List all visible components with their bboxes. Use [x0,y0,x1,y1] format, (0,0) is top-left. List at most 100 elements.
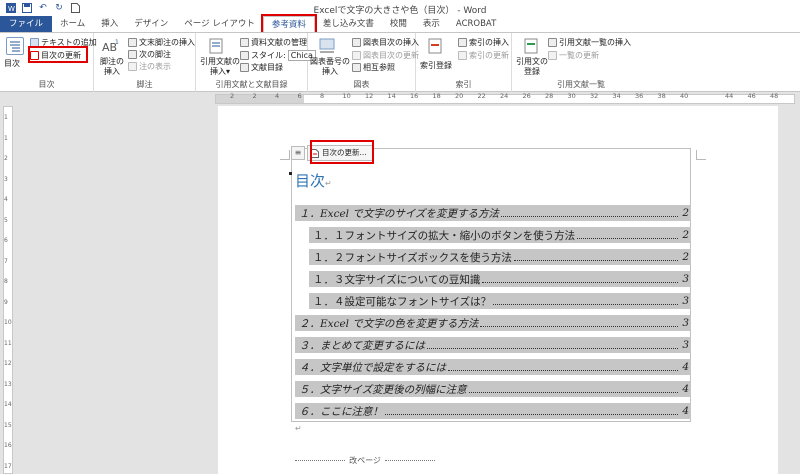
mark-entry-icon [426,37,444,55]
insert-caption-icon [318,37,336,55]
index-group: 索引登録 索引の挿入 索引の更新 索引 [416,33,512,92]
insert-citation-button[interactable]: 引用文献の 挿入▾ [200,57,240,77]
insert-endnote-button[interactable]: 文末脚注の挿入 [128,37,195,48]
style-selector[interactable]: スタイル: Chica [240,50,316,61]
ruler-number: 16 [410,92,419,100]
index-group-label: 索引 [455,80,472,89]
tab-mailings[interactable]: 差し込み文書 [315,16,382,32]
vertical-ruler-number: 14 [4,401,12,408]
vertical-ruler-number: 11 [4,339,12,347]
update-toc-highlight [28,46,88,63]
ruler-number: 14 [387,92,396,100]
insert-footnote-button[interactable]: 脚注の 挿入 [100,57,124,77]
insert-index-button[interactable]: 索引の挿入 [458,37,509,48]
leader-dots [493,303,679,305]
ruler-number: 22 [477,92,486,100]
ruler-number: 12 [365,92,374,100]
endnote-icon [128,38,137,47]
vertical-ruler-number: 6 [4,237,8,244]
tab-view[interactable]: 表示 [415,16,448,32]
toc-entry[interactable]: ２．Excel で文字の色を変更する方法 3 [295,312,691,334]
toc-heading: 目次↵ [295,172,332,190]
toc-entry[interactable]: １．１フォントサイズの拡大・縮小のボタンを使う方法 2 [295,224,691,246]
leader-dots [482,281,679,283]
paragraph-mark: ↵ [295,424,302,433]
toc-entry[interactable]: １．４設定可能なフォントサイズは？ 3 [295,290,691,312]
mark-citation-icon [522,37,540,55]
ruler-number: 20 [455,92,464,100]
table-of-figures-icon [352,38,361,47]
toc-entry[interactable]: ４．文字単位で設定をするには 4 [295,356,691,378]
toc-control-icon[interactable]: ≡ [291,146,305,160]
update-authorities-button[interactable]: 一覧の更新 [548,50,599,61]
tab-references[interactable]: 参考資料 [260,14,317,34]
insert-table-of-figures-button[interactable]: 図表目次の挿入 [352,37,419,48]
horizontal-ruler[interactable]: 2 2 4 6 8 10 12 14 16 18 20 22 24 26 28 30 32 34 36 38 40 44 4… [0,92,800,106]
tab-file[interactable]: ファイル [0,16,53,32]
vertical-ruler-number: 3 [4,175,8,183]
toc-entry[interactable]: ３．まとめて変更するには 3 [295,334,691,356]
ruler-number: 44 [725,92,734,100]
vertical-ruler-number: 1 [4,134,8,142]
show-notes-button[interactable]: 注の表示 [128,61,171,72]
vertical-ruler-number: 8 [4,278,8,285]
crop-mark [696,150,706,160]
vertical-ruler-number: 2 [4,155,8,162]
vertical-ruler-number: 4 [4,196,8,203]
footnote-group: AB 1 脚注の 挿入 文末脚注の挿入 次の脚注 注の表示 脚注 [94,33,196,92]
tab-home[interactable]: ホーム [52,16,93,32]
ruler-number: 24 [500,92,509,100]
mark-citation-button[interactable]: 引用文の 登録 [516,57,548,77]
manage-sources-icon [240,38,249,47]
leader-dots [427,347,679,349]
toc-entry[interactable]: １．Excel で文字のサイズを変更する方法 2 [295,202,691,224]
toc-entry[interactable]: ６．ここに注意！ 4 [295,400,691,422]
ruler-number: 2 [252,92,257,100]
update-index-button[interactable]: 索引の更新 [458,50,509,61]
toc-entry[interactable]: ５．文字サイズ変更後の列幅に注意 4 [295,378,691,400]
vertical-ruler-number: 13 [4,380,12,388]
tab-page-layout[interactable]: ページ レイアウト [176,16,263,32]
tab-design[interactable]: デザイン [126,16,176,32]
update-button-highlight [310,140,374,164]
show-notes-icon [128,62,137,71]
table-of-authorities-icon [548,38,557,47]
toc-entry[interactable]: １．３文字サイズについての豆知識 3 [295,268,691,290]
vertical-ruler-number: 17 [4,462,12,470]
tab-acrobat[interactable]: ACROBAT [448,16,504,32]
vertical-ruler-number: 12 [4,360,12,367]
document-page[interactable]: ≡ 目次の更新... 目次↵ １．Excel で文字のサイズを変更する方法 2 １… [218,106,778,474]
ruler-number: 30 [567,92,576,100]
update-table-of-figures-button[interactable]: 図表目次の更新 [352,50,419,61]
next-footnote-button[interactable]: 次の脚注 [128,49,171,60]
cross-reference-button[interactable]: 相互参照 [352,62,395,73]
insert-citation-icon [208,37,226,55]
mark-entry-button[interactable]: 索引登録 [420,61,452,71]
toc-group: 目次 テキストの追加 目次の更新 目次 [0,33,97,92]
vertical-ruler-number: 16 [4,442,12,449]
authorities-group-label: 引用文献一覧 [557,80,605,89]
tab-insert[interactable]: 挿入 [93,16,126,32]
update-authorities-icon [548,51,557,60]
leader-dots [448,369,679,371]
toc-button[interactable]: 目次 [4,59,20,69]
page-break: 改ページ [295,455,435,466]
vertical-ruler-number: 1 [4,114,8,121]
vertical-ruler-number: 5 [4,216,8,224]
ruler-number: 4 [275,92,280,100]
vertical-ruler-number: 15 [4,421,12,429]
toc-entry[interactable]: １．２フォントサイズボックスを使う方法 2 [295,246,691,268]
vertical-ruler-number: 7 [4,257,8,265]
insert-caption-button[interactable]: 図表番号の 挿入 [310,57,350,77]
manage-sources-button[interactable]: 資料文献の管理 [240,37,307,48]
insert-table-of-authorities-button[interactable]: 引用文献一覧の挿入 [548,37,631,48]
citation-group-label: 引用文献と文献目録 [215,80,288,89]
insert-index-icon [458,38,467,47]
window-title: Excelで文字の大きさや色（目次） - Word [313,6,487,16]
vertical-ruler[interactable]: 1 1 2 3 4 5 6 7 8 9 10 11 12 13 14 15 16 17 [0,106,16,474]
footnote-group-label: 脚注 [136,80,153,89]
ruler-number: 10 [342,92,351,100]
bibliography-button[interactable]: 文献目録 [240,62,283,73]
leader-dots [501,215,679,217]
tab-review[interactable]: 校閲 [382,16,415,32]
